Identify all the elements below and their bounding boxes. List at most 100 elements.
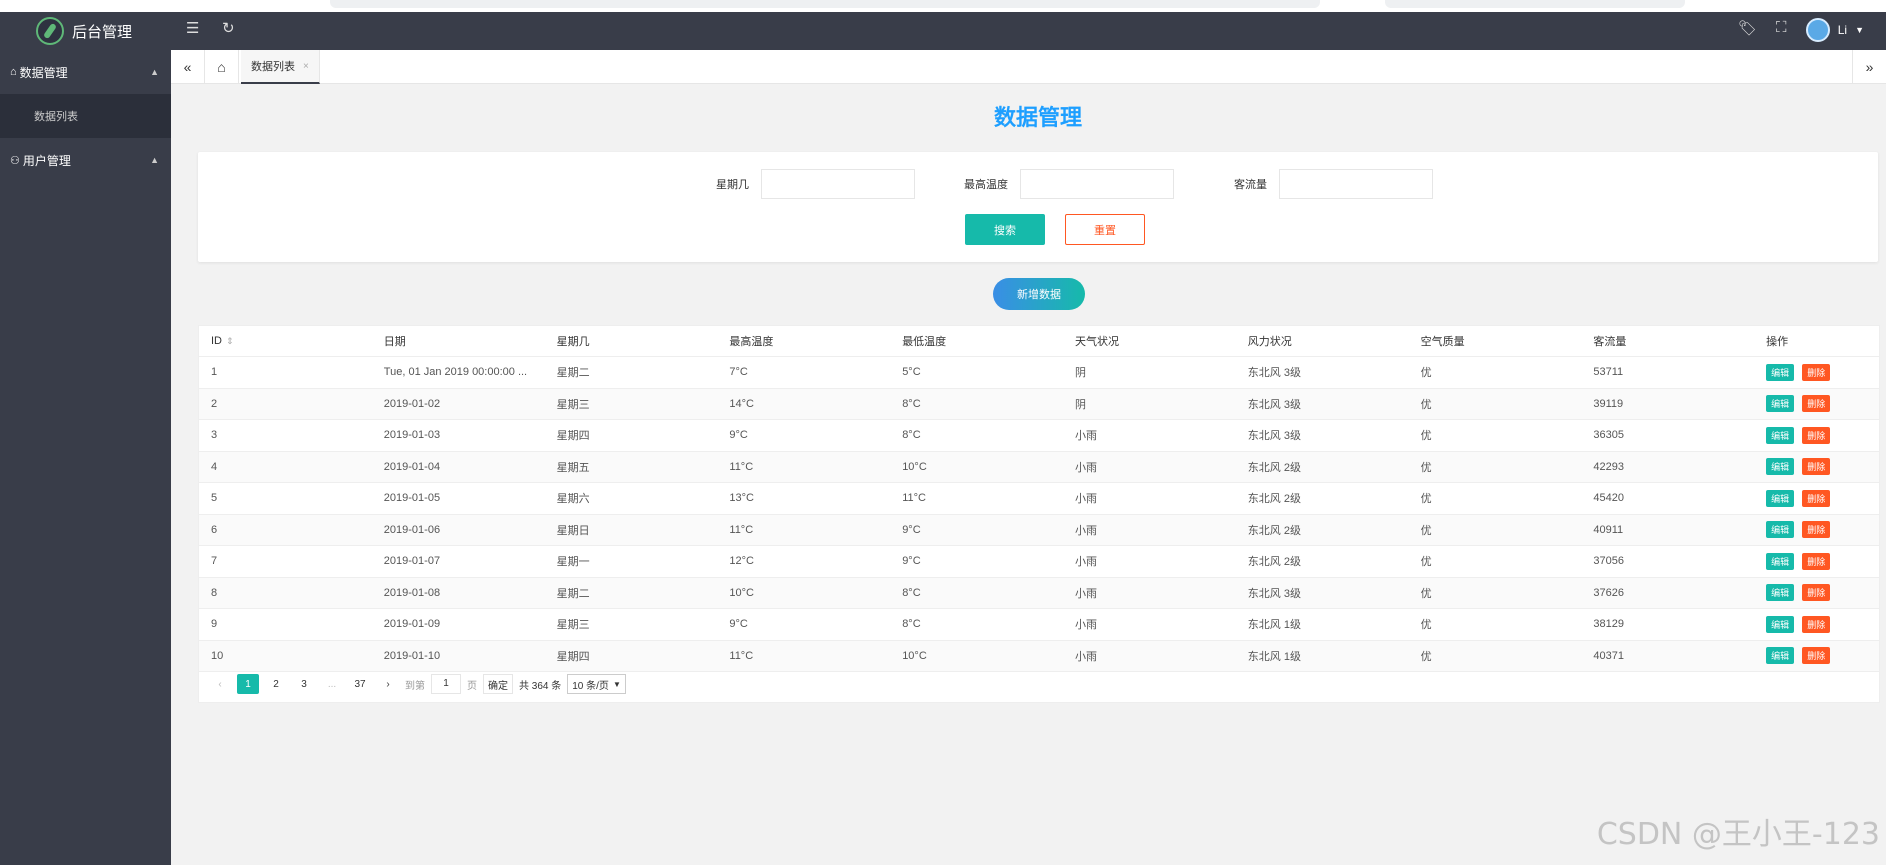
delete-button[interactable]: 删除 bbox=[1802, 458, 1831, 476]
home-icon: ⌂ bbox=[10, 66, 17, 78]
weekday-input[interactable] bbox=[761, 169, 915, 199]
menu-collapse-icon[interactable]: ☰ bbox=[186, 19, 199, 37]
page-title: 数据管理 bbox=[993, 105, 1082, 130]
visitors-field: 客流量 bbox=[1234, 169, 1433, 199]
chevron-up-icon: ▲ bbox=[150, 67, 159, 77]
sidebar-group-label: 用户管理 bbox=[22, 153, 71, 168]
delete-button[interactable]: 删除 bbox=[1802, 647, 1831, 665]
search-button[interactable]: 搜索 bbox=[965, 214, 1045, 245]
max-temp-input[interactable] bbox=[1020, 169, 1174, 199]
visitors-input[interactable] bbox=[1279, 169, 1433, 199]
table-cell: 9°C bbox=[729, 429, 748, 442]
delete-button[interactable]: 删除 bbox=[1802, 363, 1831, 381]
tab-data-list[interactable]: 数据列表 × bbox=[241, 50, 320, 84]
tabs-scroll-right-icon[interactable]: » bbox=[1852, 50, 1886, 84]
caret-down-icon: ▼ bbox=[1855, 25, 1864, 35]
sidebar-group-users[interactable]: ⚇ 用户管理 ▲ bbox=[0, 138, 171, 182]
table-cell: 优 bbox=[1420, 461, 1432, 474]
table-cell: 12°C bbox=[729, 555, 754, 568]
delete-button[interactable]: 删除 bbox=[1802, 426, 1831, 444]
home-tab-icon[interactable]: ⌂ bbox=[205, 50, 239, 84]
next-page-icon[interactable]: › bbox=[377, 674, 399, 694]
table-cell: 5 bbox=[211, 492, 218, 505]
logo: 后台管理 bbox=[36, 16, 132, 46]
pagination: ‹ 1 2 3 ... 37 › 到第 1 页 确定 共 364 条 10 条/… bbox=[209, 674, 626, 694]
row-actions: 编辑 删除 bbox=[1754, 521, 1879, 539]
delete-button[interactable]: 删除 bbox=[1802, 489, 1831, 507]
table-row: 7 2019-01-07 星期一 12°C 9°C 小雨 东北风 2级 优 37056 编辑 删除 bbox=[199, 546, 1879, 578]
table-row: 8 2019-01-08 星期二 10°C 8°C 小雨 东北风 3级 优 37626 编辑 删除 bbox=[199, 577, 1879, 609]
sort-icon[interactable]: ⇕ bbox=[226, 336, 234, 346]
edit-button[interactable]: 编辑 bbox=[1766, 363, 1795, 381]
page-size-select[interactable]: 10 条/页 ▼ bbox=[567, 674, 626, 694]
page-1[interactable]: 1 bbox=[237, 674, 259, 694]
table-cell: 11°C bbox=[729, 523, 754, 536]
delete-button[interactable]: 删除 bbox=[1802, 521, 1831, 539]
sidebar-item-data-list[interactable]: 数据列表 bbox=[0, 94, 171, 138]
row-actions: 编辑 删除 bbox=[1754, 615, 1879, 633]
table-cell: 2019-01-04 bbox=[383, 460, 441, 473]
table-cell: 小雨 bbox=[1074, 556, 1097, 569]
edit-button[interactable]: 编辑 bbox=[1766, 584, 1795, 602]
reset-button[interactable]: 重置 bbox=[1065, 214, 1145, 245]
table-row: 9 2019-01-09 星期三 9°C 8°C 小雨 东北风 1级 优 38129 编辑 删除 bbox=[199, 609, 1879, 641]
row-actions: 编辑 删除 bbox=[1754, 426, 1879, 444]
edit-button[interactable]: 编辑 bbox=[1766, 489, 1795, 507]
table-cell: 38129 bbox=[1593, 618, 1624, 631]
delete-button[interactable]: 删除 bbox=[1802, 552, 1831, 570]
user-menu[interactable]: Li ▼ bbox=[1805, 18, 1864, 42]
edit-button[interactable]: 编辑 bbox=[1766, 395, 1795, 413]
column-header-id[interactable]: ID ⇕ bbox=[199, 335, 372, 347]
table-cell: 阴 bbox=[1074, 398, 1086, 411]
table-cell: 4 bbox=[211, 460, 218, 473]
table-cell: 东北风 2级 bbox=[1247, 556, 1301, 569]
table-cell: 7°C bbox=[729, 366, 748, 379]
tabs-scroll-left-icon[interactable]: « bbox=[171, 50, 205, 84]
confirm-button[interactable]: 确定 bbox=[483, 674, 513, 694]
table-cell: 9°C bbox=[902, 555, 921, 568]
table-cell: 东北风 1级 bbox=[1247, 619, 1301, 632]
refresh-icon[interactable]: ↻ bbox=[222, 19, 235, 37]
table-cell: 40911 bbox=[1593, 523, 1624, 536]
table-cell: 8 bbox=[211, 586, 218, 599]
table-cell: 6 bbox=[211, 523, 218, 536]
sidebar-item-label: 数据列表 bbox=[34, 111, 78, 123]
delete-button[interactable]: 删除 bbox=[1802, 615, 1831, 633]
edit-button[interactable]: 编辑 bbox=[1766, 458, 1795, 476]
fullscreen-icon[interactable]: ⛶ bbox=[1776, 19, 1787, 36]
watermark: CSDN @王小王-123 bbox=[1596, 817, 1880, 852]
row-actions: 编辑 删除 bbox=[1754, 458, 1879, 476]
add-data-button[interactable]: 新增数据 bbox=[993, 278, 1085, 310]
edit-button[interactable]: 编辑 bbox=[1766, 647, 1795, 665]
table-cell: 优 bbox=[1420, 650, 1432, 663]
table-cell: 星期三 bbox=[556, 398, 590, 411]
edit-button[interactable]: 编辑 bbox=[1766, 615, 1795, 633]
close-icon[interactable]: × bbox=[303, 61, 309, 72]
delete-button[interactable]: 删除 bbox=[1802, 584, 1831, 602]
page-2[interactable]: 2 bbox=[265, 674, 287, 694]
prev-page-icon[interactable]: ‹ bbox=[209, 674, 231, 694]
max-temp-label: 最高温度 bbox=[964, 179, 1008, 191]
page-3[interactable]: 3 bbox=[293, 674, 315, 694]
table-cell: 14°C bbox=[729, 397, 754, 410]
column-header: 空气质量 bbox=[1420, 336, 1465, 348]
sidebar-group-data[interactable]: ⌂ 数据管理 ▲ bbox=[0, 50, 171, 94]
table-cell: 东北风 3级 bbox=[1247, 398, 1301, 411]
table-cell: 星期四 bbox=[556, 430, 590, 443]
row-actions: 编辑 删除 bbox=[1754, 647, 1879, 665]
weekday-label: 星期几 bbox=[716, 179, 749, 191]
table-row: 3 2019-01-03 星期四 9°C 8°C 小雨 东北风 3级 优 36305 编辑 删除 bbox=[199, 420, 1879, 452]
goto-page-input[interactable]: 1 bbox=[431, 674, 461, 694]
browser-address-bar bbox=[330, 0, 1320, 8]
tag-icon[interactable]: 🏷 bbox=[1738, 19, 1757, 37]
goto-label: 到第 bbox=[405, 680, 425, 692]
page-ellipsis: ... bbox=[327, 678, 337, 690]
edit-button[interactable]: 编辑 bbox=[1766, 426, 1795, 444]
table-cell: 小雨 bbox=[1074, 587, 1097, 600]
edit-button[interactable]: 编辑 bbox=[1766, 521, 1795, 539]
page-last[interactable]: 37 bbox=[349, 674, 371, 694]
table-cell: 1 bbox=[211, 366, 218, 379]
edit-button[interactable]: 编辑 bbox=[1766, 552, 1795, 570]
table-cell: 小雨 bbox=[1074, 524, 1097, 537]
delete-button[interactable]: 删除 bbox=[1802, 395, 1831, 413]
